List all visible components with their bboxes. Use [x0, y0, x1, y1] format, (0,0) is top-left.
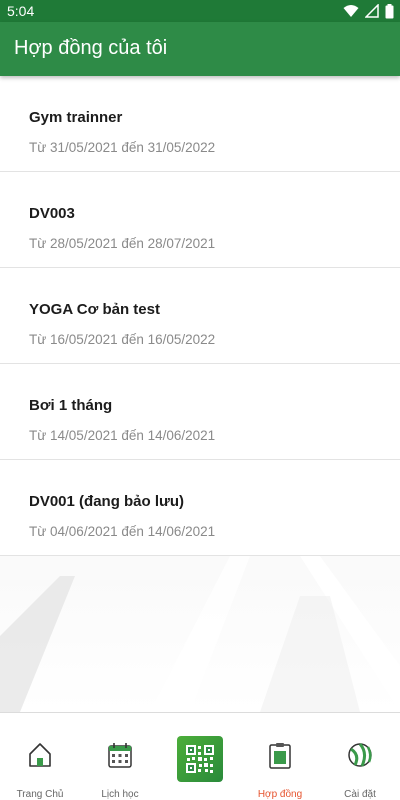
- nav-item-schedule[interactable]: Lịch học: [80, 713, 160, 800]
- contract-period: Từ 28/05/2021 đến 28/07/2021: [29, 236, 216, 251]
- contract-name: DV003: [29, 205, 75, 222]
- signal-icon: [365, 4, 379, 18]
- bottom-nav: Trang Chủ Lịch học Hợp đồng Cài đặt: [0, 712, 400, 800]
- clipboard-icon: [269, 743, 291, 769]
- content-area[interactable]: Gym trainner Từ 31/05/2021 đến 31/05/202…: [0, 76, 400, 712]
- app-bar: Hợp đồng của tôi: [0, 22, 400, 76]
- contract-period: Từ 14/05/2021 đến 14/06/2021: [29, 428, 216, 443]
- qr-button[interactable]: [177, 736, 223, 782]
- nav-label: Lịch học: [101, 789, 139, 800]
- contract-name: YOGA Cơ bản test: [29, 301, 160, 318]
- contract-list: Gym trainner Từ 31/05/2021 đến 31/05/202…: [0, 76, 400, 556]
- home-icon: [29, 743, 51, 767]
- qr-code-icon: [186, 745, 214, 773]
- battery-icon: [385, 3, 394, 18]
- status-time: 5:04: [7, 3, 35, 19]
- contract-name: Gym trainner: [29, 109, 123, 126]
- nav-item-settings[interactable]: Cài đặt: [320, 713, 400, 800]
- status-bar: 5:04: [0, 0, 400, 22]
- contract-name: DV001 (đang bảo lưu): [29, 493, 185, 510]
- contract-item[interactable]: YOGA Cơ bản test Từ 16/05/2021 đến 16/05…: [0, 268, 400, 364]
- page-title: Hợp đồng của tôi: [14, 37, 168, 59]
- contract-name: Bơi 1 tháng: [29, 397, 113, 414]
- calendar-icon: [108, 743, 132, 768]
- contract-period: Từ 16/05/2021 đến 16/05/2022: [29, 332, 216, 347]
- contract-period: Từ 04/06/2021 đến 14/06/2021: [29, 524, 216, 539]
- status-icons: [343, 3, 394, 19]
- nav-item-qr-scan[interactable]: [160, 713, 240, 800]
- settings-ball-icon: [348, 743, 372, 767]
- nav-label: Cài đặt: [344, 789, 376, 800]
- nav-label: Hợp đồng: [257, 789, 303, 800]
- contract-item[interactable]: DV001 (đang bảo lưu) Từ 04/06/2021 đến 1…: [0, 460, 400, 556]
- wifi-icon: [343, 5, 359, 17]
- nav-item-home[interactable]: Trang Chủ: [0, 713, 80, 800]
- contract-item[interactable]: Gym trainner Từ 31/05/2021 đến 31/05/202…: [0, 76, 400, 172]
- nav-item-contracts[interactable]: Hợp đồng: [240, 713, 320, 800]
- nav-label: Trang Chủ: [16, 789, 64, 800]
- contract-item[interactable]: DV003 Từ 28/05/2021 đến 28/07/2021: [0, 172, 400, 268]
- contract-item[interactable]: Bơi 1 tháng Từ 14/05/2021 đến 14/06/2021: [0, 364, 400, 460]
- contract-period: Từ 31/05/2021 đến 31/05/2022: [29, 140, 216, 155]
